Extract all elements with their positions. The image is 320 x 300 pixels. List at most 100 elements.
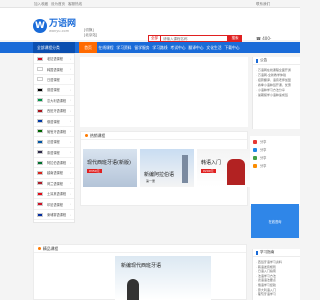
nav-item-learning-path[interactable]: 学习路线 (151, 42, 169, 53)
course-card-subtitle: 第一册 (146, 179, 156, 183)
study-title-bar: 学习指南 (253, 249, 300, 257)
sidebar-language-item[interactable]: 阿拉伯语课程 › (34, 158, 74, 169)
search-input[interactable] (160, 35, 228, 42)
share-item[interactable]: 分享 (253, 139, 297, 144)
topbar-link-homepage[interactable]: 设为首页 (51, 2, 65, 7)
sidebar-language-item[interactable]: 日语课程 › (34, 75, 74, 86)
share-label: 分享 (260, 148, 267, 152)
hot-courses-title: 热销课程 (90, 132, 106, 138)
search-bar: 全部 搜索 (148, 35, 242, 42)
sidebar-language-item[interactable]: 荷兰语课程 › (34, 179, 74, 190)
sidebar-language-label: 越南语课程 (47, 171, 63, 176)
sidebar-language-label: 意大利语课程 (47, 98, 67, 103)
flag-icon (37, 56, 43, 61)
sidebar-language-item[interactable]: 西班牙语课程 › (34, 106, 74, 117)
nav-item-materials[interactable]: 学习资料 (115, 42, 133, 53)
sidebar-language-label: 荷兰语课程 (47, 181, 63, 186)
main-nav: 全部课程分类 首页 在线课程 学习资料 留学服务 学习路线 考试中心 翻译中心 … (0, 42, 300, 53)
study-guide-item[interactable]: · 葡萄牙语学习 (256, 292, 297, 297)
sidebar-language-label: 俄语课程 (47, 119, 60, 124)
topbar-link-hotline[interactable]: 客服热线 (68, 2, 82, 7)
tower-image (182, 155, 188, 183)
location-switcher[interactable]: [切换] [北京站] (84, 28, 97, 38)
sidebar-language-item[interactable]: 土耳其语课程 › (34, 189, 74, 200)
flag-icon (37, 181, 43, 186)
nav-item-culture[interactable]: 文化生活 (205, 42, 223, 53)
sidebar-language-label: 土耳其语课程 (47, 192, 67, 197)
nav-item-study-abroad[interactable]: 留学服务 (133, 42, 151, 53)
boutique-image-text: 新编现代西班牙语 (121, 263, 162, 269)
nav-item-translation[interactable]: 翻译中心 (187, 42, 205, 53)
course-card-title: 现代西班牙语(新版) (87, 160, 131, 166)
sidebar-language-label: 日语课程 (47, 77, 60, 82)
flag-icon (37, 202, 43, 207)
sidebar-language-item[interactable]: 泰语课程 › (34, 148, 74, 158)
chevron-right-icon: › (69, 119, 71, 124)
course-card-spanish[interactable]: 现代西班牙语(新版) ¥350元 (83, 149, 137, 187)
online-consult-button[interactable]: 在线咨询 (251, 204, 299, 238)
sidebar-language-item[interactable]: 意大利语课程 › (34, 96, 74, 106)
logo-w-icon: W (33, 19, 47, 33)
speaker-icon (256, 58, 258, 63)
share-item[interactable]: 分享 (253, 155, 297, 160)
topbar-link-favorite[interactable]: 加入收藏 (34, 2, 48, 7)
sidebar-language-label: 葡萄牙语课程 (47, 129, 67, 134)
nav-item-exam-center[interactable]: 考试中心 (169, 42, 187, 53)
chevron-right-icon: › (69, 77, 71, 82)
all-courses-menu[interactable]: 全部课程分类 (33, 42, 75, 53)
sidebar-language-item[interactable]: 俄语课程 › (34, 116, 74, 127)
notice-item[interactable]: · 暑期留学小语种速成班 (256, 93, 297, 98)
sidebar-language-label: 韩国语课程 (47, 67, 63, 72)
notice-panel: 公告 · 万语网在线课程全面开通 · 万语网-全新教学体验 · 招募翻译、语音老师加… (252, 57, 300, 129)
share-icon (253, 139, 257, 144)
share-icon (253, 155, 257, 160)
sidebar-language-item[interactable]: 韩国语课程 › (34, 64, 74, 75)
share-label: 分享 (260, 164, 267, 168)
share-label: 分享 (260, 140, 267, 144)
course-card-title: 新编阿拉伯语 (144, 172, 175, 178)
share-item[interactable]: 分享 (253, 163, 297, 168)
topbar-contact[interactable]: 联系我们 (256, 2, 270, 7)
notice-title: 公告 (260, 58, 268, 62)
sidebar-language-label: 老挝语课程 (47, 57, 63, 62)
phone-number: ☎ 400- (256, 36, 272, 41)
sidebar-language-label: 阿拉伯语课程 (47, 161, 67, 166)
search-category-select[interactable]: 全部 (148, 35, 160, 42)
share-icon (253, 163, 257, 168)
book-icon (256, 250, 258, 255)
top-utility-bar: 加入收藏 设为首页 客服热线 联系我们 (0, 0, 300, 8)
sidebar-language-item[interactable]: 葡萄牙语课程 › (34, 127, 74, 138)
person-image (127, 279, 139, 300)
share-item[interactable]: 分享 (253, 147, 297, 152)
site-logo[interactable]: W 万语网 wanyu.com (33, 19, 76, 33)
nav-item-home[interactable]: 首页 (79, 42, 97, 53)
chevron-right-icon: › (69, 98, 71, 103)
sidebar-language-item[interactable]: 越南语课程 › (34, 168, 74, 179)
flag-icon (37, 150, 43, 155)
course-card-korean[interactable]: 韩语入门 ¥290元 (197, 149, 251, 187)
sidebar-language-item[interactable]: 老挝语课程 › (34, 54, 74, 65)
logo-text: 万语网 wanyu.com (49, 19, 76, 33)
notice-title-bar: 公告 (253, 57, 300, 65)
sidebar-language-item[interactable]: 印尼语课程 › (34, 199, 74, 210)
flag-icon (37, 170, 43, 175)
nav-item-online-courses[interactable]: 在线课程 (97, 42, 115, 53)
search-button[interactable]: 搜索 (228, 35, 242, 42)
course-card-arabic[interactable]: 新编阿拉伯语 第一册 (140, 149, 194, 187)
boutique-course-image[interactable]: 新编现代西班牙语 (115, 256, 211, 300)
topbar-links: 加入收藏 设为首页 客服热线 (34, 2, 82, 7)
sidebar-language-item[interactable]: 柬埔寨语课程 › (34, 210, 74, 221)
main-banner[interactable] (80, 57, 248, 127)
chevron-right-icon: › (69, 170, 71, 175)
star-icon (38, 247, 41, 250)
logo-en-text: wanyu.com (49, 28, 70, 33)
sidebar-language-item[interactable]: 德语课程 › (34, 85, 74, 96)
sidebar-language-item[interactable]: 法语课程 › (34, 137, 74, 148)
chevron-right-icon: › (69, 67, 71, 72)
hot-courses-title-bar: 热销课程 (81, 132, 247, 140)
chevron-right-icon: › (69, 56, 71, 61)
chevron-right-icon: › (69, 202, 71, 207)
chevron-right-icon: › (69, 160, 71, 165)
nav-item-download[interactable]: 下载中心 (223, 42, 241, 53)
share-list: 分享 分享 分享 分享 (250, 136, 300, 174)
